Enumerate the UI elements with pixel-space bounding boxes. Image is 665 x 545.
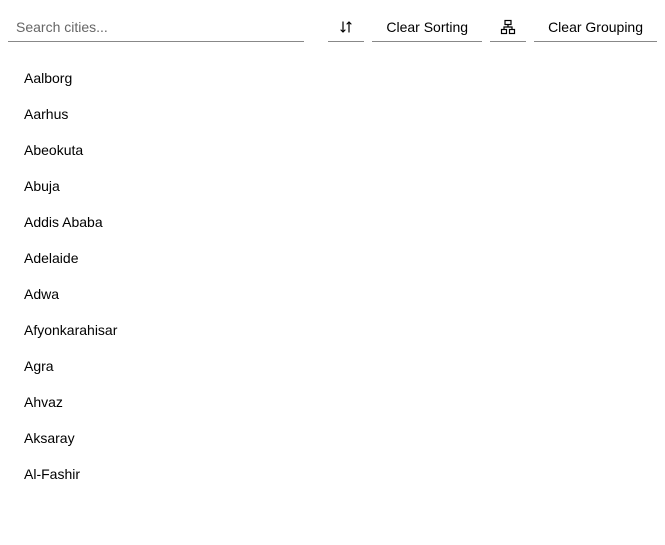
list-item[interactable]: Afyonkarahisar (0, 312, 665, 348)
toolbar: Clear Sorting Clear Grouping (0, 0, 665, 46)
list-item[interactable]: Aksaray (0, 420, 665, 456)
search-input[interactable] (8, 13, 304, 42)
sort-button[interactable] (328, 12, 364, 42)
list-item[interactable]: Aarhus (0, 96, 665, 132)
list-item[interactable]: Adelaide (0, 240, 665, 276)
group-button[interactable] (490, 12, 526, 42)
city-list[interactable]: Aalborg Aarhus Abeokuta Abuja Addis Abab… (0, 46, 665, 545)
list-item[interactable]: Agra (0, 348, 665, 384)
clear-sorting-button[interactable]: Clear Sorting (372, 12, 482, 42)
list-item[interactable]: Addis Ababa (0, 204, 665, 240)
group-icon (500, 19, 516, 35)
list-item[interactable]: Ahvaz (0, 384, 665, 420)
list-item[interactable]: Abuja (0, 168, 665, 204)
list-item[interactable]: Al-Fashir (0, 456, 665, 492)
clear-grouping-button[interactable]: Clear Grouping (534, 12, 657, 42)
list-item[interactable]: Adwa (0, 276, 665, 312)
sort-arrows-icon (338, 19, 354, 35)
list-item[interactable]: Aalborg (0, 60, 665, 96)
list-item[interactable]: Abeokuta (0, 132, 665, 168)
